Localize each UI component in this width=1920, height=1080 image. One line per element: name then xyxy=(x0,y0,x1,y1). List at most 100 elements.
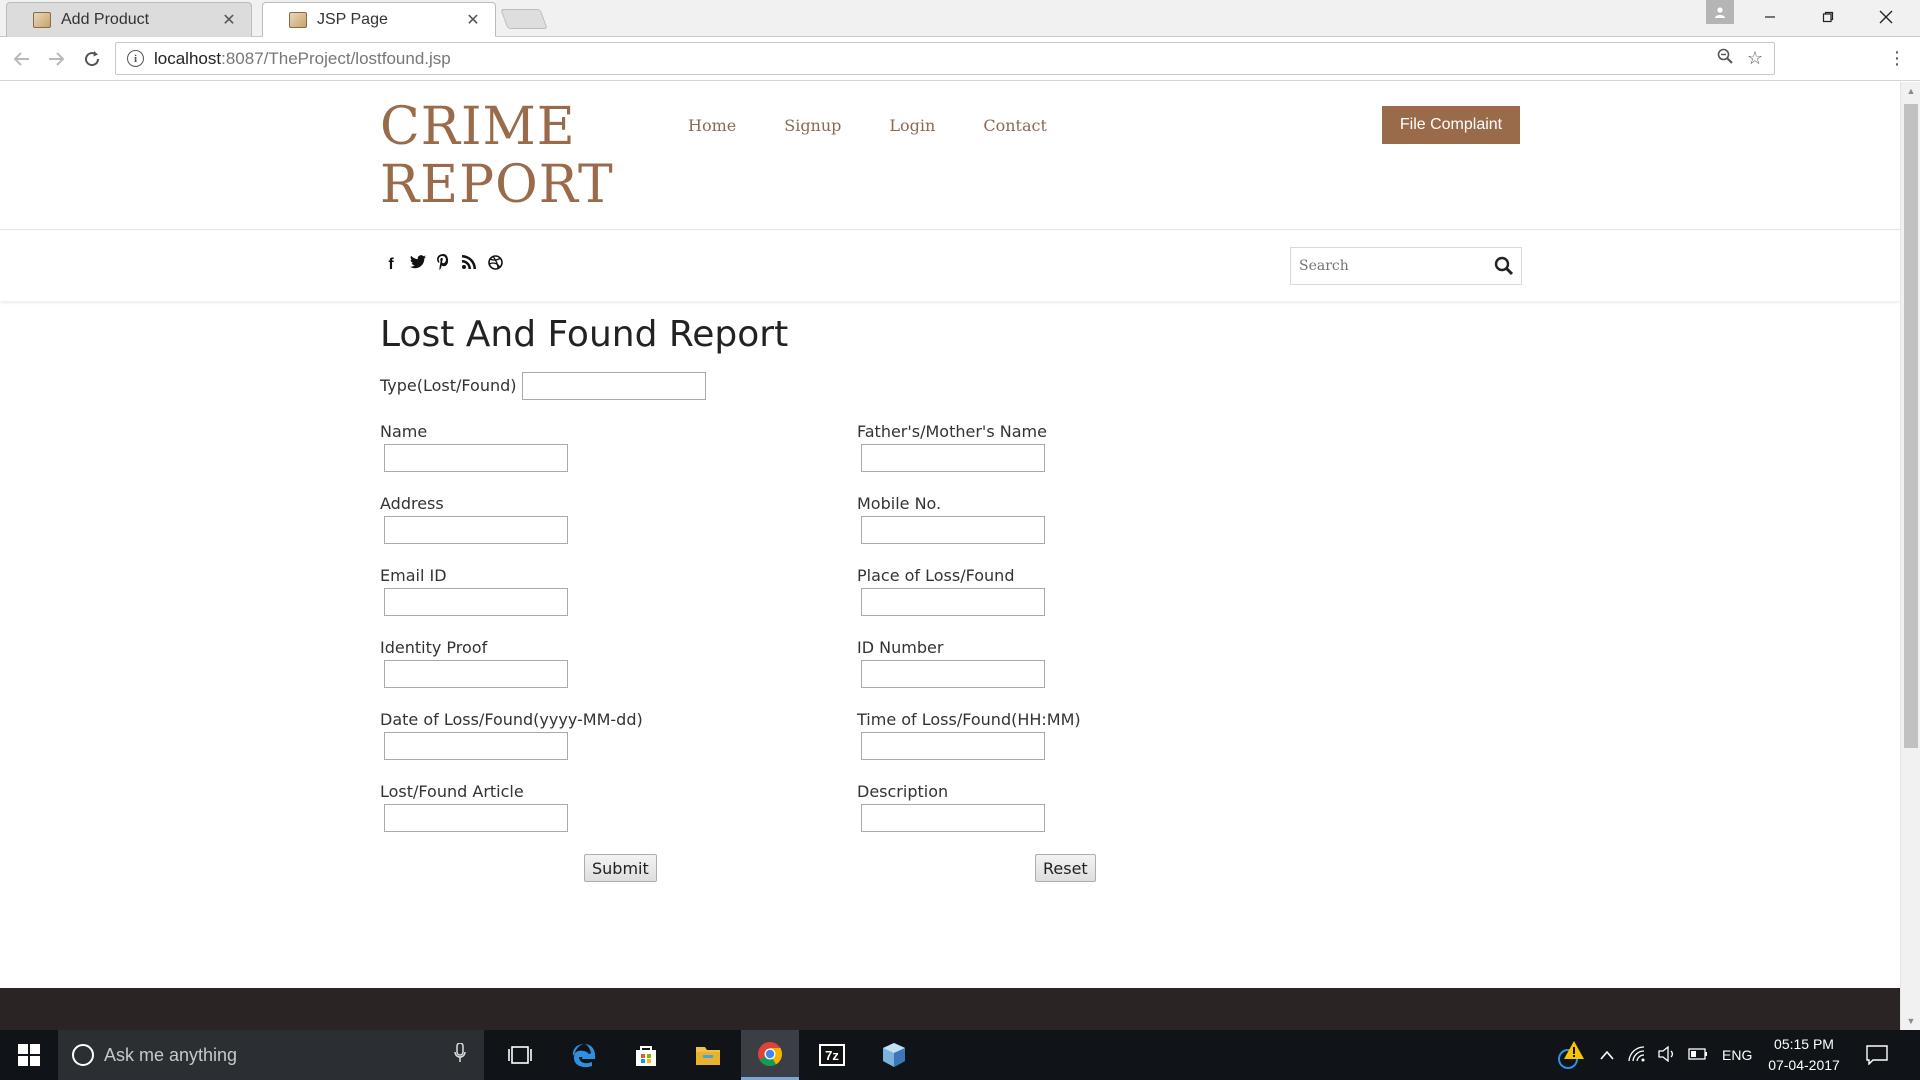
battery-icon[interactable] xyxy=(1688,1047,1708,1063)
tab-add-product[interactable]: Add Product ✕ xyxy=(6,2,252,37)
site-header: CRIME REPORT Home Signup Login Contact F… xyxy=(0,82,1900,230)
article-label: Lost/Found Article xyxy=(380,782,524,801)
page-title: Lost And Found Report xyxy=(380,314,789,355)
close-window-icon[interactable] xyxy=(1858,2,1914,32)
submit-button[interactable]: Submit xyxy=(584,854,657,882)
description-label: Description xyxy=(857,782,949,801)
cortana-search[interactable]: Ask me anything xyxy=(58,1030,484,1080)
email-label: Email ID xyxy=(380,566,447,585)
name-label: Name xyxy=(380,422,428,441)
tab-jsp-page[interactable]: JSP Page ✕ xyxy=(262,2,496,37)
chrome-icon[interactable] xyxy=(741,1030,799,1080)
site-info-icon[interactable]: i xyxy=(127,50,144,67)
scroll-up-icon[interactable]: ▲ xyxy=(1901,82,1920,100)
reload-icon[interactable] xyxy=(78,45,106,73)
system-clock[interactable]: 05:15 PM 07-04-2017 xyxy=(1756,1034,1852,1076)
cortana-placeholder: Ask me anything xyxy=(104,1044,238,1065)
warning-icon[interactable] xyxy=(1556,1039,1586,1072)
social-search-bar: f xyxy=(0,231,1900,301)
url-text[interactable]: localhost:8087/TheProject/lostfound.jsp xyxy=(154,49,1714,69)
mobile-input[interactable] xyxy=(861,516,1045,544)
site-search-input[interactable] xyxy=(1291,258,1487,274)
address-label: Address xyxy=(380,494,444,513)
virtualbox-icon[interactable] xyxy=(865,1030,923,1080)
mobile-label: Mobile No. xyxy=(857,494,942,513)
tab-title: Add Product xyxy=(61,11,150,28)
cortana-icon xyxy=(72,1044,94,1066)
edge-icon[interactable] xyxy=(555,1030,613,1080)
logo-line-1: CRIME xyxy=(380,97,576,157)
site-search xyxy=(1290,247,1522,285)
back-icon[interactable] xyxy=(8,45,36,73)
identity-proof-input[interactable] xyxy=(384,660,568,688)
nav-home[interactable]: Home xyxy=(688,116,736,135)
lost-found-form: Lost And Found Report Type(Lost/Found) N… xyxy=(380,314,1520,882)
type-input[interactable] xyxy=(522,372,706,400)
address-input[interactable] xyxy=(384,516,568,544)
close-tab-icon[interactable]: ✕ xyxy=(221,10,237,30)
wifi-icon[interactable] xyxy=(1628,1045,1646,1065)
file-complaint-button[interactable]: File Complaint xyxy=(1382,106,1520,144)
page-favicon-icon xyxy=(289,11,307,28)
type-label: Type(Lost/Found) xyxy=(380,376,517,395)
time-input[interactable] xyxy=(861,732,1045,760)
pinterest-icon[interactable] xyxy=(436,254,450,275)
action-center-icon[interactable] xyxy=(1866,1030,1888,1080)
nav-contact[interactable]: Contact xyxy=(983,116,1047,135)
svg-text:7z: 7z xyxy=(825,1048,839,1063)
nav-login[interactable]: Login xyxy=(889,116,935,135)
url-path: :8087/TheProject/lostfound.jsp xyxy=(221,48,451,68)
site-footer xyxy=(0,988,1900,1030)
forward-icon[interactable] xyxy=(42,45,70,73)
id-number-label: ID Number xyxy=(857,638,944,657)
scrollbar-thumb[interactable] xyxy=(1904,104,1918,748)
time-label: Time of Loss/Found(HH:MM) xyxy=(857,710,1081,729)
address-bar[interactable]: i localhost:8087/TheProject/lostfound.js… xyxy=(115,42,1775,75)
rss-icon[interactable] xyxy=(462,255,476,274)
url-host: localhost xyxy=(154,48,222,68)
bookmark-star-icon[interactable]: ☆ xyxy=(1744,48,1766,69)
site-logo[interactable]: CRIME REPORT xyxy=(380,98,614,214)
date-input[interactable] xyxy=(384,732,568,760)
restore-icon[interactable] xyxy=(1800,2,1856,32)
microphone-icon[interactable] xyxy=(454,1041,466,1068)
show-hidden-icons-icon[interactable] xyxy=(1600,1047,1614,1063)
scroll-down-icon[interactable]: ▼ xyxy=(1901,1012,1920,1030)
browser-toolbar: i localhost:8087/TheProject/lostfound.js… xyxy=(0,37,1920,81)
search-icon[interactable] xyxy=(1487,256,1521,276)
article-input[interactable] xyxy=(384,804,568,832)
page-scrollbar[interactable]: ▲ ▼ xyxy=(1900,82,1920,1030)
nav-signup[interactable]: Signup xyxy=(784,116,841,135)
logo-line-2: REPORT xyxy=(380,155,614,215)
description-input[interactable] xyxy=(861,804,1045,832)
windows-logo-icon xyxy=(18,1044,40,1066)
main-nav: Home Signup Login Contact xyxy=(688,116,1095,135)
language-indicator[interactable]: ENG xyxy=(1722,1047,1752,1063)
minimize-icon[interactable] xyxy=(1742,2,1798,32)
page-favicon-icon xyxy=(33,12,51,28)
date-label: Date of Loss/Found(yyyy-MM-dd) xyxy=(380,710,643,729)
7zip-icon[interactable]: 7z xyxy=(803,1030,861,1080)
store-icon[interactable] xyxy=(617,1030,675,1080)
browser-menu-icon[interactable]: · · · xyxy=(1890,42,1904,74)
place-input[interactable] xyxy=(861,588,1045,616)
notification-tray: ENG xyxy=(1556,1030,1752,1080)
dribbble-icon[interactable] xyxy=(488,254,503,275)
zoom-icon[interactable] xyxy=(1714,48,1736,69)
start-button[interactable] xyxy=(0,1030,58,1080)
profile-icon[interactable] xyxy=(1706,0,1734,24)
facebook-icon[interactable]: f xyxy=(384,256,398,274)
close-tab-icon[interactable]: ✕ xyxy=(465,10,481,30)
email-input[interactable] xyxy=(384,588,568,616)
new-tab-button[interactable] xyxy=(500,9,548,29)
twitter-icon[interactable] xyxy=(410,255,426,274)
task-view-icon[interactable] xyxy=(491,1030,549,1080)
place-label: Place of Loss/Found xyxy=(857,566,1015,585)
file-explorer-icon[interactable] xyxy=(679,1030,737,1080)
name-input[interactable] xyxy=(384,444,568,472)
parent-name-input[interactable] xyxy=(861,444,1045,472)
reset-button[interactable]: Reset xyxy=(1035,854,1096,882)
clock-date: 07-04-2017 xyxy=(1768,1057,1840,1073)
id-number-input[interactable] xyxy=(861,660,1045,688)
volume-icon[interactable] xyxy=(1658,1045,1676,1065)
